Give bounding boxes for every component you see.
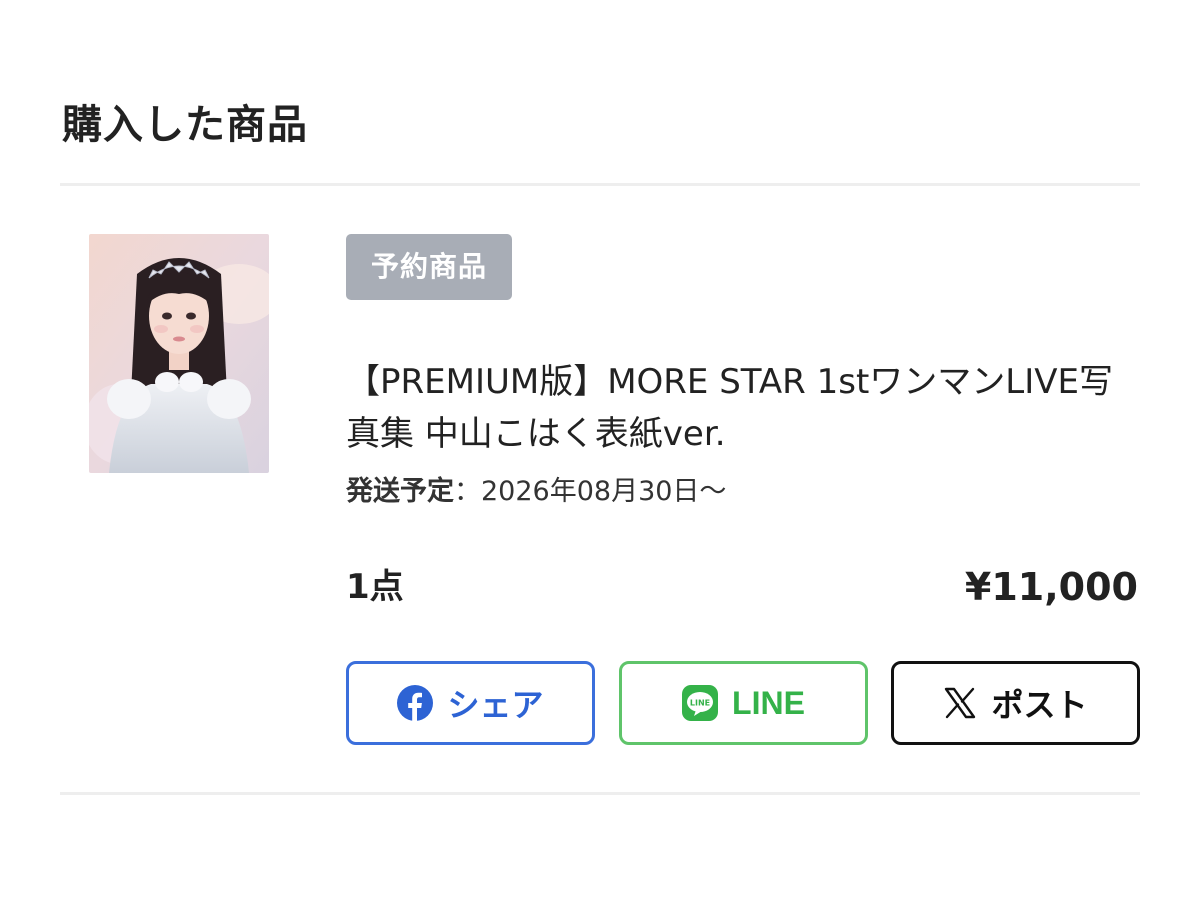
product-name[interactable]: 【PREMIUM版】MORE STAR 1stワンマンLIVE写真集 中山こはく… (346, 356, 1146, 460)
facebook-share-button[interactable]: シェア (346, 661, 595, 745)
preorder-badge: 予約商品 (346, 234, 513, 300)
shipping-separator: ： (454, 476, 481, 507)
x-post-label: ポスト (991, 687, 1088, 723)
product-details: 予約商品 【PREMIUM版】MORE STAR 1stワンマンLIVE写真集 … (346, 234, 1140, 512)
product-thumbnail[interactable] (89, 234, 269, 473)
line-share-button[interactable]: LINE LINE (619, 661, 868, 745)
line-icon: LINE (682, 685, 719, 721)
share-buttons: シェア LINE LINE ポスト (346, 661, 1140, 745)
x-post-button[interactable]: ポスト (891, 661, 1140, 745)
divider (60, 792, 1140, 795)
purchased-items-page: 購入した商品 予約商品 【PREMIUM版】MORE STAR 1stワンマンL… (0, 0, 1200, 903)
facebook-share-label: シェア (447, 687, 544, 723)
x-logo-icon (943, 686, 977, 720)
section-title: 購入した商品 (62, 102, 308, 148)
divider (60, 183, 1140, 186)
quantity-price-row: 1点 ¥11,000 (346, 562, 1140, 612)
price: ¥11,000 (964, 565, 1138, 609)
shipping-label: 発送予定 (346, 476, 454, 507)
svg-text:LINE: LINE (690, 699, 710, 708)
line-share-label: LINE (732, 684, 805, 721)
shipping-info: 発送予定：2026年08月30日〜 (346, 472, 1140, 512)
facebook-icon (397, 685, 434, 721)
quantity: 1点 (346, 567, 404, 607)
shipping-date: 2026年08月30日〜 (481, 476, 727, 507)
